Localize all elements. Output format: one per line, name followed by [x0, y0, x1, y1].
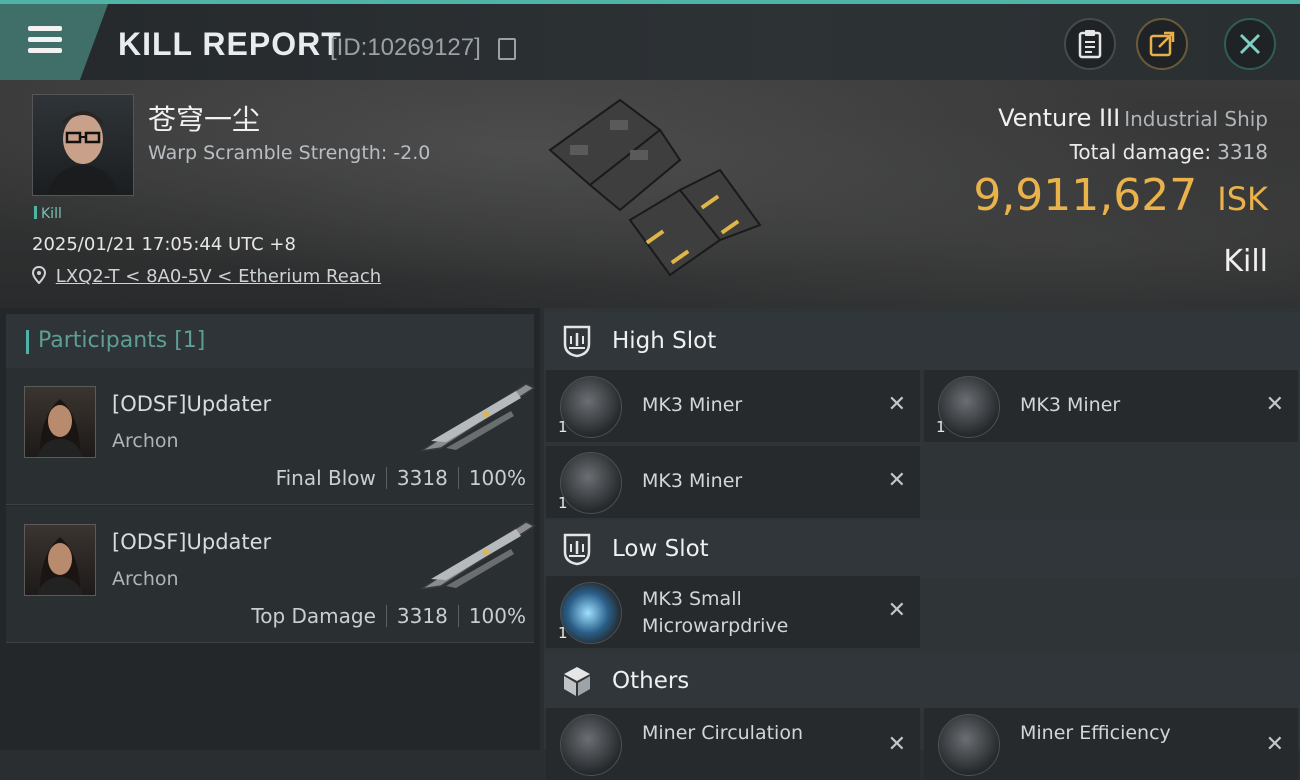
- module-icon: [938, 714, 1000, 776]
- participant-ship-image: [420, 521, 536, 590]
- top-bar: KILL REPORT [ID:10269127]: [0, 0, 1300, 80]
- remove-icon[interactable]: ✕: [1266, 392, 1284, 417]
- module-name: Miner Efficiency: [1020, 722, 1171, 744]
- total-damage: Total damage: 3318: [1070, 140, 1268, 164]
- copy-icon[interactable]: [498, 38, 516, 60]
- participant-stats: Final Blow 3318 100%: [276, 466, 526, 490]
- isk-unit: ISK: [1217, 180, 1268, 218]
- remove-icon[interactable]: ✕: [888, 598, 906, 623]
- participant-ship: Archon: [112, 430, 179, 452]
- high-slot-label: High Slot: [612, 328, 717, 354]
- participant-damage: 3318: [396, 466, 448, 490]
- location-link[interactable]: LXQ2-T < 8A0-5V < Etherium Reach: [56, 266, 381, 287]
- participant-ship: Archon: [112, 568, 179, 590]
- participant-row[interactable]: [ODSF]Updater Archon Final Blow 3318 100%: [6, 368, 536, 505]
- clipboard-icon: [1078, 30, 1102, 59]
- module-item[interactable]: 1 MK3 Miner ✕: [546, 446, 920, 518]
- module-item[interactable]: 1 MK3 Small Microwarpdrive ✕: [546, 576, 920, 648]
- module-icon: [560, 452, 622, 514]
- kill-datetime: 2025/01/21 17:05:44 UTC +8: [32, 234, 296, 255]
- cube-icon: [564, 667, 590, 696]
- participant-row[interactable]: [ODSF]Updater Archon Top Damage 3318 100%: [6, 506, 536, 643]
- high-slot-header: High Slot: [544, 312, 1300, 370]
- module-item[interactable]: 1 MK3 Miner ✕: [546, 370, 920, 442]
- ship-class: Industrial Ship: [1124, 107, 1268, 131]
- victim-ship[interactable]: Venture III Industrial Ship: [998, 104, 1268, 132]
- low-slot-header: Low Slot: [544, 520, 1300, 578]
- participant-stats: Top Damage 3318 100%: [251, 604, 526, 628]
- participant-damage: 3318: [396, 604, 448, 628]
- participant-avatar[interactable]: [24, 386, 96, 458]
- low-slot-icon: [563, 533, 591, 566]
- warp-scramble-strength: Warp Scramble Strength: -2.0: [148, 142, 431, 164]
- module-name: MK3 Miner: [642, 394, 743, 416]
- participants-panel: Participants [1] [ODSF]Updater Archon Fi…: [0, 308, 540, 750]
- module-item[interactable]: 1 MK3 Miner ✕: [924, 370, 1298, 442]
- others-header: Others: [544, 652, 1300, 710]
- share-button[interactable]: [1136, 18, 1188, 70]
- participant-ship-image: [420, 383, 536, 452]
- module-qty: 1: [558, 418, 568, 436]
- close-icon: [1239, 33, 1261, 55]
- high-slot-icon: [563, 325, 591, 358]
- participant-name[interactable]: [ODSF]Updater: [112, 392, 271, 416]
- participant-role: Top Damage: [251, 604, 376, 628]
- location-pin-icon: [31, 265, 47, 285]
- module-name: MK3 Miner: [642, 470, 743, 492]
- module-item[interactable]: Miner Efficiency ✕: [924, 708, 1298, 780]
- remove-icon[interactable]: ✕: [888, 468, 906, 493]
- participant-percent: 100%: [468, 466, 526, 490]
- total-damage-value: 3318: [1217, 140, 1268, 164]
- module-name: Miner Circulation: [642, 722, 803, 744]
- remove-icon[interactable]: ✕: [1266, 732, 1284, 757]
- kill-result: Kill: [1223, 244, 1268, 279]
- low-slot-label: Low Slot: [612, 536, 709, 562]
- participants-title: Participants [1]: [38, 328, 206, 353]
- remove-icon[interactable]: ✕: [888, 732, 906, 757]
- module-qty: 1: [936, 418, 946, 436]
- menu-button[interactable]: [0, 4, 108, 80]
- fitting-panel: High Slot 1 MK3 Miner ✕ 1 MK3 Miner ✕ 1 …: [544, 308, 1300, 780]
- victim-ship-image: [548, 98, 762, 277]
- module-name: MK3 Small Microwarpdrive: [642, 588, 789, 637]
- isk-value: 9,911,627 ISK: [973, 170, 1268, 221]
- module-icon: [560, 582, 622, 644]
- total-damage-label: Total damage:: [1069, 140, 1212, 164]
- isk-amount: 9,911,627: [973, 170, 1198, 221]
- participant-role: Final Blow: [275, 466, 376, 490]
- victim-summary: 苍穹一尘 Warp Scramble Strength: -2.0 Kill 2…: [0, 80, 1300, 308]
- module-icon: [560, 714, 622, 776]
- module-qty: 1: [558, 494, 568, 512]
- victim-portrait[interactable]: [32, 94, 134, 196]
- ship-name: Venture III: [998, 104, 1121, 132]
- kill-location[interactable]: LXQ2-T < 8A0-5V < Etherium Reach: [31, 265, 381, 287]
- participant-percent: 100%: [468, 604, 526, 628]
- clipboard-button[interactable]: [1064, 18, 1116, 70]
- close-button[interactable]: [1224, 18, 1276, 70]
- participants-header: Participants [1]: [6, 314, 534, 368]
- participant-name[interactable]: [ODSF]Updater: [112, 530, 271, 554]
- others-label: Others: [612, 668, 690, 694]
- victim-name[interactable]: 苍穹一尘: [148, 98, 260, 138]
- kill-tag: Kill: [34, 206, 62, 222]
- module-item[interactable]: Miner Circulation ✕: [546, 708, 920, 780]
- report-id: [ID:10269127]: [330, 34, 481, 61]
- remove-icon[interactable]: ✕: [888, 392, 906, 417]
- module-name: MK3 Miner: [1020, 394, 1121, 416]
- module-icon: [560, 376, 622, 438]
- module-icon: [938, 376, 1000, 438]
- module-qty: 1: [558, 624, 568, 642]
- participant-avatar[interactable]: [24, 524, 96, 596]
- page-title: KILL REPORT: [118, 26, 342, 62]
- share-icon: [1149, 31, 1175, 57]
